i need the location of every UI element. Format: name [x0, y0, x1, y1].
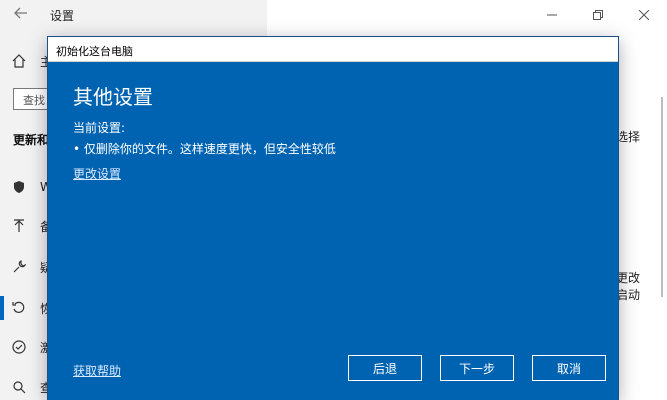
section-heading: 更新和 — [13, 133, 50, 147]
right-panel-text: 启动 — [616, 288, 641, 302]
change-settings-link[interactable]: 更改设置 — [73, 165, 121, 182]
recovery-icon — [10, 299, 28, 317]
home-icon — [10, 52, 28, 70]
search-placeholder: 查找 — [23, 94, 45, 107]
get-help-link[interactable]: 获取帮助 — [73, 362, 121, 379]
cancel-button[interactable]: 取消 — [532, 355, 606, 381]
current-setting-item: • 仅删除你的文件。这样速度更快，但安全性较低 — [73, 142, 336, 156]
activation-check-icon — [10, 338, 28, 356]
app-title: 设置 — [50, 9, 75, 23]
dialog-title: 初始化这台电脑 — [56, 45, 133, 58]
settings-titlebar: 设置 — [0, 0, 667, 30]
shield-icon — [10, 178, 28, 196]
current-settings-label: 当前设置: — [73, 121, 126, 135]
restore-icon[interactable] — [575, 0, 621, 30]
back-arrow-icon[interactable] — [12, 6, 30, 24]
scrollbar[interactable] — [661, 30, 665, 400]
right-panel-text: 更改 — [616, 271, 641, 285]
window-controls — [529, 0, 667, 30]
reset-pc-dialog: 初始化这台电脑 其他设置 当前设置: • 仅删除你的文件。这样速度更快，但安全性… — [48, 37, 618, 400]
back-button[interactable]: 后退 — [348, 355, 422, 381]
close-icon[interactable] — [621, 0, 667, 30]
find-device-icon — [10, 378, 28, 396]
dialog-heading: 其他设置 — [73, 85, 153, 109]
scrollbar-thumb[interactable] — [661, 97, 663, 297]
right-panel-text: 选择 — [616, 130, 641, 144]
upload-arrow-icon — [10, 217, 28, 235]
next-button[interactable]: 下一步 — [440, 355, 514, 381]
wrench-icon — [10, 258, 28, 276]
minimize-icon[interactable] — [529, 0, 575, 30]
dialog-titlebar: 初始化这台电脑 — [48, 37, 618, 62]
active-indicator — [0, 296, 4, 320]
